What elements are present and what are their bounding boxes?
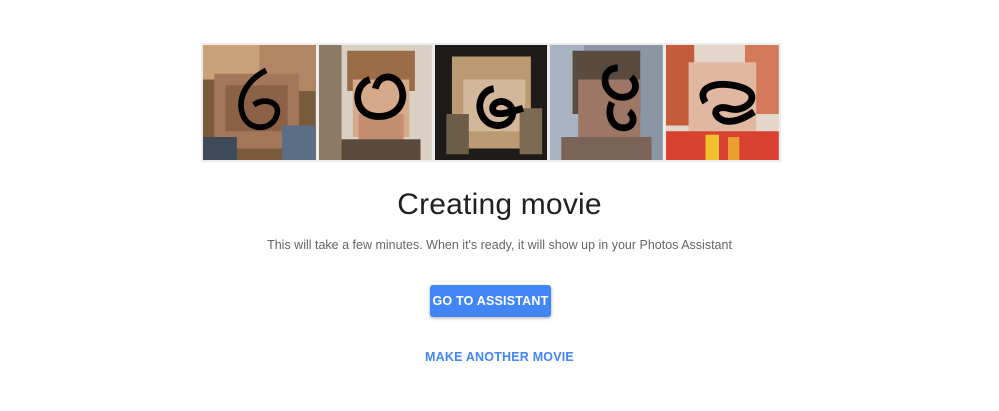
pixelated-face-image: [666, 45, 779, 160]
photo-strip: [201, 43, 781, 162]
pixelated-face-image: [318, 45, 432, 160]
make-another-movie-button[interactable]: MAKE ANOTHER MOVIE: [0, 350, 999, 364]
pixelated-face-image: [203, 45, 316, 160]
go-to-assistant-button[interactable]: GO TO ASSISTANT: [430, 285, 551, 317]
pixelated-face-image: [550, 45, 664, 160]
thumbnail-3: [434, 45, 548, 160]
page-title: Creating movie: [397, 188, 602, 221]
status-message: This will take a few minutes. When it's …: [267, 238, 732, 252]
thumbnail-2: [318, 45, 432, 160]
thumbnail-1: [203, 45, 316, 160]
pixelated-face-image: [434, 45, 548, 160]
thumbnail-5: [666, 45, 779, 160]
thumbnail-4: [550, 45, 664, 160]
